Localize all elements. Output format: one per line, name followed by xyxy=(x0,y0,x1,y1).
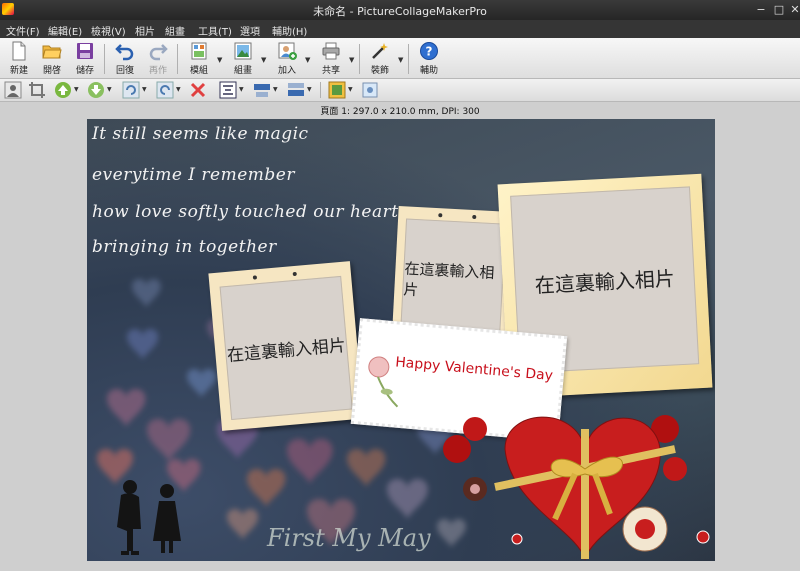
align-bottom-dropdown-icon[interactable]: ▼ xyxy=(307,86,312,93)
move-up-dropdown-icon[interactable]: ▼ xyxy=(74,86,79,93)
new-label: 新建 xyxy=(9,66,28,76)
move-up-icon[interactable] xyxy=(54,81,72,99)
printer-icon xyxy=(322,42,340,60)
align-bottom-icon[interactable] xyxy=(287,81,305,99)
collage-canvas[interactable]: It still seems like magic everytime I re… xyxy=(87,119,715,561)
save-button[interactable]: 儲存 xyxy=(68,41,102,76)
close-button[interactable]: ✕ xyxy=(786,2,800,17)
poem-line-1: It still seems like magic xyxy=(92,124,309,144)
align-center-icon[interactable] xyxy=(219,81,237,99)
template-dropdown-icon[interactable]: ▼ xyxy=(217,56,222,64)
footer-script-text: First My May xyxy=(267,524,431,552)
pin-icon xyxy=(292,271,297,277)
align-center-dropdown-icon[interactable]: ▼ xyxy=(239,86,244,93)
frame-dropdown-icon[interactable]: ▼ xyxy=(348,86,353,93)
template-icon xyxy=(191,42,207,60)
menu-tools[interactable]: 工具(T) xyxy=(198,23,232,38)
menu-help[interactable]: 輔助(H) xyxy=(272,23,307,38)
share-button[interactable]: 共享 xyxy=(314,41,348,76)
collage-icon xyxy=(234,42,252,60)
new-file-icon xyxy=(12,41,26,61)
redo-icon xyxy=(149,44,168,61)
svg-text:?: ? xyxy=(426,45,433,59)
move-down-icon[interactable] xyxy=(87,81,105,99)
heart-gift-box xyxy=(443,415,710,561)
menu-options[interactable]: 選項 xyxy=(240,23,260,38)
pin-icon xyxy=(438,213,443,218)
person-icon[interactable] xyxy=(4,81,22,99)
align-top-dropdown-icon[interactable]: ▼ xyxy=(273,86,278,93)
menu-photo[interactable]: 相片 xyxy=(135,23,155,38)
undo-button[interactable]: 回復 xyxy=(108,41,142,76)
photo-placeholder-left[interactable]: 在這裏輸入相片 xyxy=(219,275,353,421)
rotate-right-icon[interactable] xyxy=(156,81,174,99)
rotate-left-icon[interactable] xyxy=(122,81,140,99)
add-photo-icon xyxy=(278,42,297,60)
help-icon: ? xyxy=(420,42,438,60)
edit-toolbar: ▼ ▼ ▼ ▼ ▼ ▼ ▼ ▼ xyxy=(0,79,800,102)
open-button[interactable]: 開啓 xyxy=(35,41,69,76)
save-icon xyxy=(77,43,93,59)
help-label: 輔助 xyxy=(419,66,438,76)
frame-icon[interactable] xyxy=(328,81,346,99)
toolbar-separator xyxy=(177,44,178,74)
toolbar-separator xyxy=(320,82,321,98)
pin-icon xyxy=(252,275,258,280)
menu-file[interactable]: 文件(F) xyxy=(6,23,40,38)
delete-icon[interactable] xyxy=(189,81,207,99)
collage-label: 組畫 xyxy=(233,66,252,76)
title-bar: 未命名 - PictureCollageMakerPro − □ ✕ xyxy=(0,0,800,20)
poem-line-3: how love softly touched our hearts xyxy=(92,202,408,222)
move-down-dropdown-icon[interactable]: ▼ xyxy=(107,86,112,93)
collage-dropdown-icon[interactable]: ▼ xyxy=(261,56,266,64)
poem-line-2: everytime I remember xyxy=(92,165,295,185)
new-button[interactable]: 新建 xyxy=(2,41,36,76)
minimize-button[interactable]: − xyxy=(752,2,770,17)
redo-button[interactable]: 再作 xyxy=(141,41,175,76)
template-button[interactable]: 模組 xyxy=(182,41,216,76)
photo-frame-left[interactable]: 在這裏輸入相片 xyxy=(208,261,364,431)
share-label: 共享 xyxy=(321,66,340,76)
image-icon[interactable] xyxy=(361,81,379,99)
decorate-label: 裝飾 xyxy=(370,66,389,76)
menu-edit[interactable]: 編輯(E) xyxy=(48,23,82,38)
rotate-right-dropdown-icon[interactable]: ▼ xyxy=(176,86,181,93)
add-dropdown-icon[interactable]: ▼ xyxy=(305,56,310,64)
decorate-dropdown-icon[interactable]: ▼ xyxy=(398,56,403,64)
template-label: 模組 xyxy=(189,66,208,76)
collage-button[interactable]: 組畫 xyxy=(226,41,260,76)
align-top-icon[interactable] xyxy=(253,81,271,99)
toolbar-separator xyxy=(359,44,360,74)
decorate-button[interactable]: 裝飾 xyxy=(363,41,397,76)
menu-bar: 文件(F) 編輯(E) 檢視(V) 相片 組畫 工具(T) 選項 輔助(H) xyxy=(0,20,800,38)
main-toolbar: 新建 開啓 儲存 回復 再作 模組 ▼ 組畫 ▼ 加入 ▼ 共享 ▼ 裝飾 ▼ xyxy=(0,38,800,79)
add-label: 加入 xyxy=(277,66,296,76)
folder-icon xyxy=(42,45,62,59)
menu-view[interactable]: 檢視(V) xyxy=(91,23,126,38)
undo-icon xyxy=(115,44,134,61)
rotate-left-dropdown-icon[interactable]: ▼ xyxy=(142,86,147,93)
crop-icon[interactable] xyxy=(28,81,46,99)
save-label: 儲存 xyxy=(75,66,94,76)
toolbar-separator xyxy=(408,44,409,74)
share-dropdown-icon[interactable]: ▼ xyxy=(349,56,354,64)
add-button[interactable]: 加入 xyxy=(270,41,304,76)
card-text: Happy Valentine's Day xyxy=(394,354,554,385)
magic-wand-icon xyxy=(372,43,388,59)
window-title: 未命名 - PictureCollageMakerPro xyxy=(313,5,487,18)
pin-icon xyxy=(472,214,477,220)
redo-label: 再作 xyxy=(148,66,167,76)
help-button[interactable]: ? 輔助 xyxy=(412,41,446,76)
poem-line-4: bringing in together xyxy=(92,237,277,257)
couple-silhouette xyxy=(117,480,181,555)
undo-label: 回復 xyxy=(115,66,134,76)
menu-collage[interactable]: 組畫 xyxy=(165,23,185,38)
toolbar-separator xyxy=(104,44,105,74)
open-label: 開啓 xyxy=(42,66,61,76)
page-info: 頁面 1: 297.0 x 210.0 mm, DPI: 300 xyxy=(320,107,480,117)
